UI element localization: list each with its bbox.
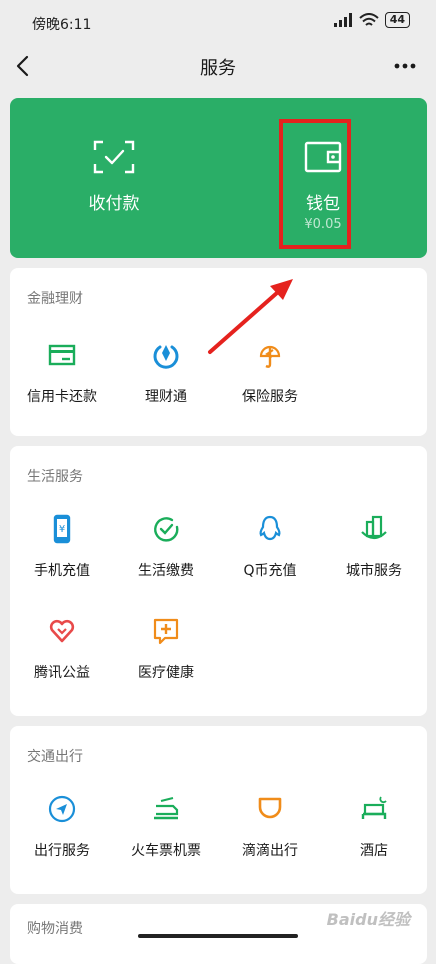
credit-card-icon [48, 344, 76, 366]
wifi-icon [359, 12, 379, 26]
hotel-icon [361, 796, 387, 819]
medical-icon [153, 618, 179, 645]
train-flight-button[interactable]: 火车票机票 [114, 794, 218, 874]
insurance-icon [259, 345, 281, 368]
wealth-icon [153, 345, 179, 369]
finance-section: 金融理财 信用卡还款 理财通 保险服务 [10, 268, 427, 436]
grid-label: Q币充值 [243, 563, 297, 579]
grid-label: 城市服务 [346, 563, 402, 579]
medical-health-button[interactable]: 医疗健康 [114, 616, 218, 696]
life-services-section: 生活服务 ¥ 手机充值 生活缴费 Q币充值 城市服务 腾讯公益 医疗健康 [10, 446, 427, 716]
travel-service-button[interactable]: 出行服务 [10, 794, 114, 874]
wallet-hero-card: 收付款 钱包 ¥0.05 [10, 98, 427, 258]
didi-button[interactable]: 滴滴出行 [218, 794, 322, 874]
grid-label: 保险服务 [242, 389, 298, 405]
grid-label: 出行服务 [34, 843, 90, 859]
grid-label: 滴滴出行 [242, 843, 298, 859]
home-indicator[interactable] [138, 934, 298, 938]
scan-check-icon [93, 140, 135, 174]
train-icon [154, 797, 179, 820]
grid-label: 医疗健康 [138, 665, 194, 681]
signal-icon [333, 13, 352, 27]
grid-label: 酒店 [360, 843, 388, 859]
grid-label: 生活缴费 [138, 563, 194, 579]
bill-icon [154, 517, 179, 542]
hotel-button[interactable]: 酒店 [322, 794, 426, 874]
watermark: Baidu经验 [326, 910, 410, 929]
more-icon[interactable] [392, 54, 418, 78]
city-icon [361, 515, 387, 540]
credit-card-repay-button[interactable]: 信用卡还款 [10, 340, 114, 420]
travel-section-title: 交通出行 [27, 749, 83, 765]
travel-section: 交通出行 出行服务 火车票机票 滴滴出行 酒店 [10, 726, 427, 894]
tencent-charity-button[interactable]: 腾讯公益 [10, 616, 114, 696]
wallet-highlight-box [279, 119, 351, 249]
nav-bar: 服务 [0, 44, 436, 90]
grid-label: 火车票机票 [131, 843, 201, 859]
svg-text:¥: ¥ [59, 524, 65, 535]
qcoin-recharge-button[interactable]: Q币充值 [218, 514, 322, 594]
utility-bill-button[interactable]: 生活缴费 [114, 514, 218, 594]
battery-indicator: 44 [384, 12, 410, 28]
pay-receive-label: 收付款 [88, 194, 140, 214]
qq-icon [259, 515, 281, 541]
status-time: 傍晚6:11 [32, 17, 92, 33]
page-title: 服务 [200, 58, 236, 79]
finance-section-title: 金融理财 [27, 291, 83, 307]
life-section-title: 生活服务 [27, 469, 83, 485]
charity-icon [49, 619, 75, 643]
shopping-section-title: 购物消费 [27, 921, 83, 937]
grid-label: 腾讯公益 [34, 665, 90, 681]
city-services-button[interactable]: 城市服务 [322, 514, 426, 594]
phone-icon: ¥ [53, 514, 71, 544]
status-bar: 傍晚6:11 44 [0, 0, 436, 44]
grid-label: 理财通 [145, 389, 187, 405]
grid-label: 手机充值 [34, 563, 90, 579]
status-icons: 44 [333, 12, 410, 28]
insurance-button[interactable]: 保险服务 [218, 340, 322, 420]
didi-icon [258, 797, 282, 819]
navigation-icon [48, 795, 76, 823]
grid-label: 信用卡还款 [27, 389, 97, 405]
pay-receive-button[interactable]: 收付款 [10, 98, 218, 258]
wealth-button[interactable]: 理财通 [114, 340, 218, 420]
phone-recharge-button[interactable]: ¥ 手机充值 [10, 514, 114, 594]
